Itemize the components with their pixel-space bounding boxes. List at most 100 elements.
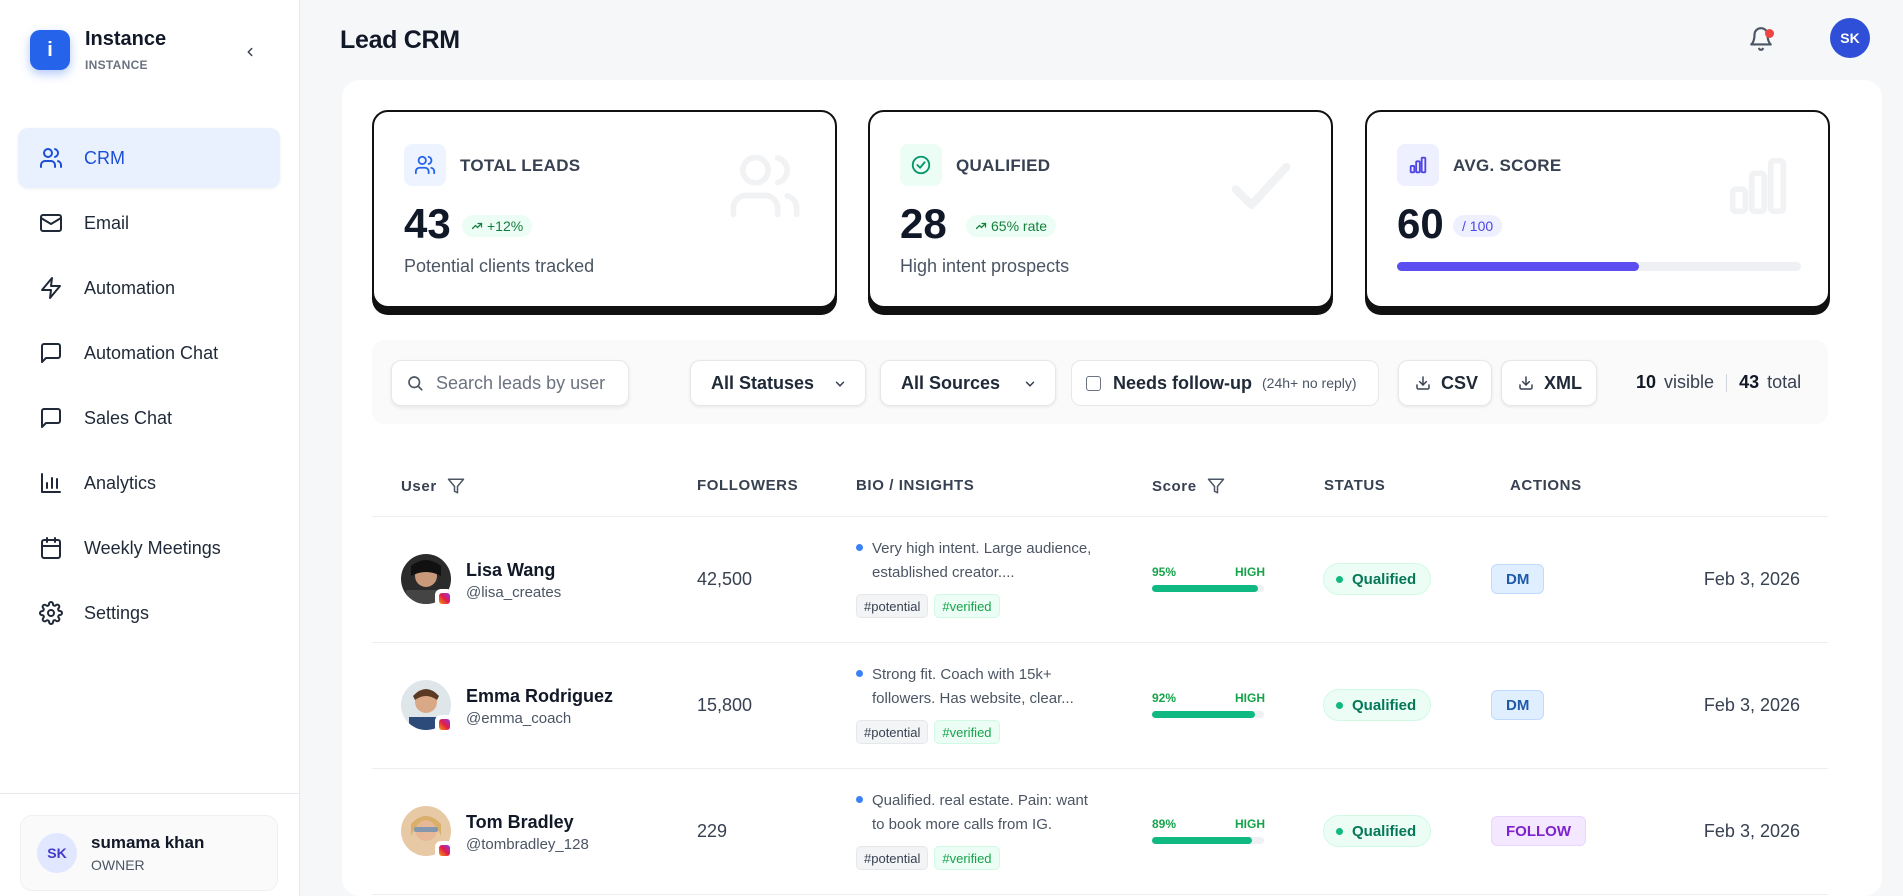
source-filter-select[interactable]: All Sources xyxy=(880,360,1056,406)
status-label: Qualified xyxy=(1352,570,1417,588)
stat-description: Potential clients tracked xyxy=(404,256,595,276)
trend-up-icon xyxy=(471,222,483,230)
users-icon xyxy=(38,145,64,171)
stat-value: 60 xyxy=(1397,200,1444,247)
filter-icon[interactable] xyxy=(447,477,465,495)
stat-label: QUALIFIED xyxy=(956,156,1051,175)
lead-date: Feb 3, 2026 xyxy=(1703,569,1800,589)
tag: #potential xyxy=(856,594,929,618)
notification-dot xyxy=(1765,29,1774,38)
lead-counts: 10 visible 43 total xyxy=(1636,372,1801,393)
avatar: SK xyxy=(37,833,77,873)
table-row[interactable]: Lisa Wang @lisa_creates 42,500 Very high… xyxy=(372,517,1828,643)
column-label: User xyxy=(401,477,437,495)
table-row[interactable]: Tom Bradley @tombradley_128 229 Qualifie… xyxy=(372,769,1828,895)
sidebar-item-automation-chat[interactable]: Automation Chat xyxy=(18,323,280,383)
instagram-icon xyxy=(436,590,452,606)
source-filter-value: All Sources xyxy=(901,372,1001,393)
user-profile-card[interactable]: SK sumama khan OWNER xyxy=(20,815,278,891)
rate-value: 65% rate xyxy=(991,218,1048,234)
user-name: sumama khan xyxy=(91,833,205,852)
followup-hint: (24h+ no reply) xyxy=(1262,375,1357,391)
tag: #verified xyxy=(934,846,1000,870)
collapse-sidebar-button[interactable] xyxy=(238,40,262,64)
bar-chart-icon xyxy=(1397,144,1439,186)
sidebar-item-analytics[interactable]: Analytics xyxy=(18,453,280,513)
calendar-icon xyxy=(38,535,64,561)
column-label: Score xyxy=(1152,477,1197,495)
chevron-down-icon xyxy=(835,381,845,387)
search-box[interactable] xyxy=(391,360,629,406)
stat-card-qualified: QUALIFIED 28 65% rate High intent prospe… xyxy=(868,110,1333,308)
followers-count: 229 xyxy=(697,821,728,841)
divider xyxy=(1726,373,1728,392)
brand[interactable]: i Instance INSTANCE xyxy=(30,28,166,72)
lead-name[interactable]: Lisa Wang xyxy=(466,560,555,581)
followup-label: Needs follow-up xyxy=(1113,372,1252,393)
column-label: FOLLOWERS xyxy=(697,477,799,494)
column-header-followers: FOLLOWERS xyxy=(697,477,798,494)
sidebar-item-automation[interactable]: Automation xyxy=(18,258,280,318)
sidebar-item-settings[interactable]: Settings xyxy=(18,583,280,643)
tag-list: #potential #verified xyxy=(856,846,1006,870)
export-csv-button[interactable]: CSV xyxy=(1398,360,1492,406)
score-bar xyxy=(1152,837,1264,844)
download-icon xyxy=(1416,376,1430,390)
score-bar-fill xyxy=(1152,711,1256,718)
filter-icon[interactable] xyxy=(1207,477,1225,495)
sidebar-nav: CRM Email Automation Automation Chat Sal… xyxy=(18,128,280,648)
bio-text: Very high intent. Large audience, establ… xyxy=(872,540,1092,581)
follow-button[interactable]: FOLLOW xyxy=(1491,816,1586,846)
status-badge: Qualified xyxy=(1323,689,1432,721)
bar-chart-watermark-icon xyxy=(1729,157,1787,215)
column-label: BIO / INSIGHTS xyxy=(856,477,975,494)
sidebar-item-email[interactable]: Email xyxy=(18,193,280,253)
search-icon xyxy=(408,376,423,391)
score-progress-bar xyxy=(1397,262,1801,271)
stat-description: High intent prospects xyxy=(900,256,1070,276)
sidebar-item-sales-chat[interactable]: Sales Chat xyxy=(18,388,280,448)
sidebar-item-weekly-meetings[interactable]: Weekly Meetings xyxy=(18,518,280,578)
mail-icon xyxy=(38,210,64,236)
sidebar: i Instance INSTANCE CRM Email Automation… xyxy=(0,0,300,896)
sidebar-item-label: Settings xyxy=(84,602,150,623)
notifications-button[interactable] xyxy=(1748,26,1776,54)
page-title: Lead CRM xyxy=(340,26,460,54)
column-header-status: STATUS xyxy=(1324,477,1385,494)
score-progress-fill xyxy=(1397,262,1640,271)
csv-label: CSV xyxy=(1441,372,1479,393)
search-input[interactable] xyxy=(436,372,606,394)
sidebar-item-crm[interactable]: CRM xyxy=(18,128,280,188)
chevron-down-icon xyxy=(1025,381,1035,387)
lead-name[interactable]: Emma Rodriguez xyxy=(466,686,613,707)
status-filter-value: All Statuses xyxy=(711,372,815,393)
account-avatar[interactable]: SK xyxy=(1830,18,1870,58)
lead-name[interactable]: Tom Bradley xyxy=(466,812,574,833)
lead-date: Feb 3, 2026 xyxy=(1703,695,1800,715)
sidebar-item-label: Automation Chat xyxy=(84,342,219,363)
followup-checkbox[interactable] xyxy=(1086,375,1101,391)
total-label: total xyxy=(1767,372,1802,392)
column-header-user[interactable]: User xyxy=(401,477,465,495)
export-xml-button[interactable]: XML xyxy=(1501,360,1597,406)
rate-badge: 65% rate xyxy=(966,215,1057,237)
user-role: OWNER xyxy=(91,857,145,873)
sidebar-item-label: Sales Chat xyxy=(84,407,173,428)
sidebar-item-label: CRM xyxy=(84,147,125,168)
dm-button[interactable]: DM xyxy=(1491,564,1545,594)
status-filter-select[interactable]: All Statuses xyxy=(690,360,866,406)
stat-value: 28 xyxy=(900,200,947,247)
tag: #verified xyxy=(934,594,1000,618)
score-bar-fill xyxy=(1152,837,1252,844)
needs-followup-toggle[interactable]: Needs follow-up (24h+ no reply) xyxy=(1071,360,1379,406)
table-row[interactable]: Emma Rodriguez @emma_coach 15,800 Strong… xyxy=(372,643,1828,769)
column-header-score[interactable]: Score xyxy=(1152,477,1225,495)
users-watermark-icon xyxy=(730,154,800,218)
stat-label: TOTAL LEADS xyxy=(460,156,581,175)
dm-button[interactable]: DM xyxy=(1491,690,1545,720)
bio-text: Strong fit. Coach with 15k+ followers. H… xyxy=(872,666,1074,707)
visible-label: visible xyxy=(1664,372,1715,392)
tag: #verified xyxy=(934,720,1000,744)
trend-value: +12% xyxy=(487,218,524,234)
score-level: HIGH xyxy=(1235,817,1265,831)
